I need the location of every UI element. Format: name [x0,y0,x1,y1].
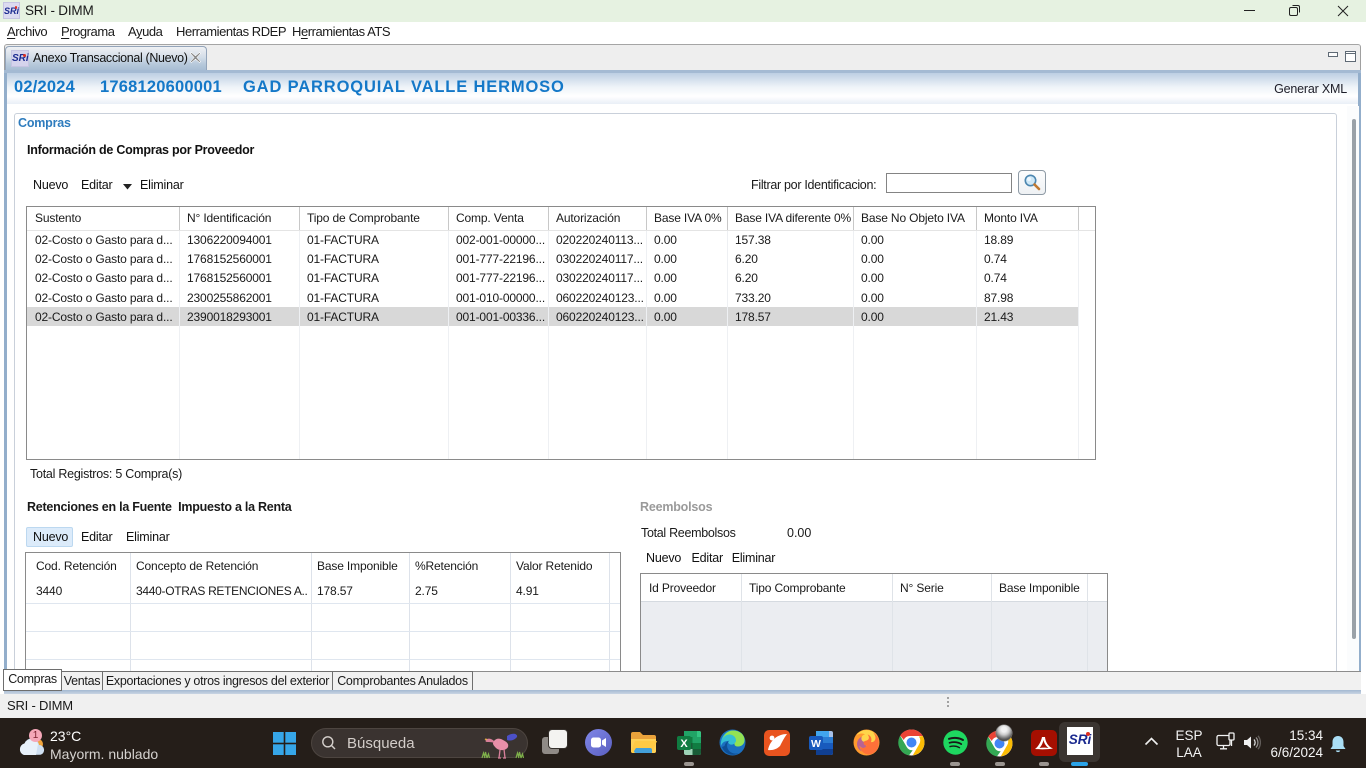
svg-text:X: X [680,738,688,750]
svg-text:W: W [811,738,821,750]
